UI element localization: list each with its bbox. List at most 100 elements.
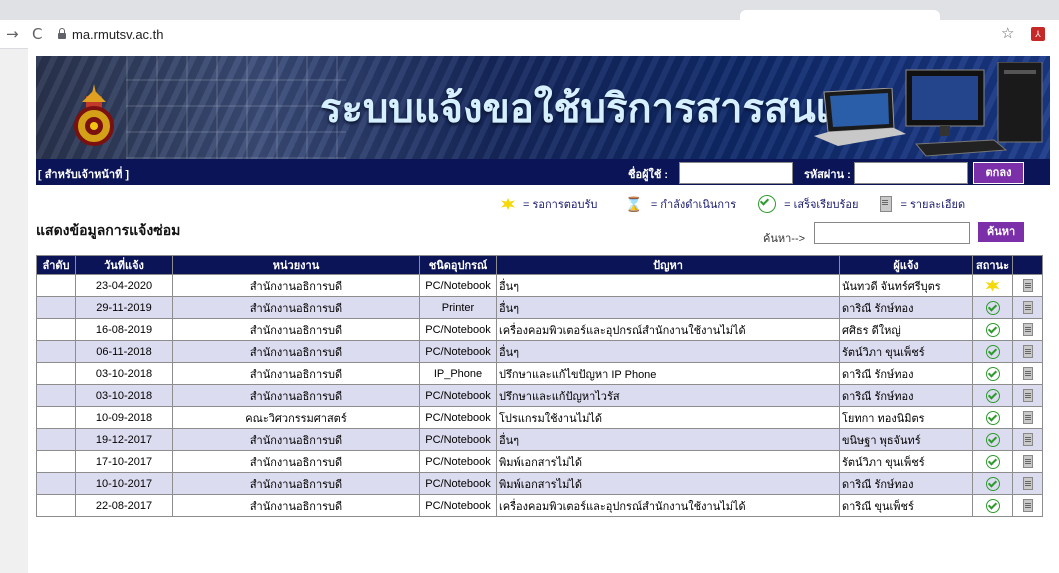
detail-document-icon[interactable] <box>1022 301 1033 314</box>
detail-document-icon[interactable] <box>1022 367 1033 380</box>
table-row[interactable]: 23-04-2020 สำนักงานอธิการบดี PC/Notebook อื… <box>36 274 1043 297</box>
cell-unit: คณะวิศวกรรมศาสตร์ <box>172 406 420 429</box>
url-text[interactable]: ma.rmutsv.ac.th <box>72 27 164 42</box>
table-row[interactable]: 03-10-2018 สำนักงานอธิการบดี IP_Phone ปรึกษ… <box>36 362 1043 385</box>
check-circle-icon <box>985 476 1000 491</box>
detail-document-icon[interactable] <box>1022 477 1033 490</box>
cell-reporter: ดาริณี รักษ์ทอง <box>839 362 973 385</box>
cell-detail <box>1012 340 1043 363</box>
detail-document-icon[interactable] <box>1022 389 1033 402</box>
cell-unit: สำนักงานอธิการบดี <box>172 340 420 363</box>
check-circle-icon <box>985 322 1000 337</box>
cell-status <box>972 450 1013 473</box>
password-label: รหัสผ่าน : <box>804 169 851 181</box>
detail-document-icon[interactable] <box>1022 499 1033 512</box>
new-badge-icon <box>985 279 1000 292</box>
check-circle-icon <box>985 498 1000 513</box>
login-button[interactable]: ตกลง <box>973 162 1024 184</box>
document-icon <box>880 196 893 212</box>
repair-table: ลำดับ วันที่แจ้ง หน่วยงาน ชนิดอุปกรณ์ ปั… <box>36 255 1043 517</box>
legend-pending-label: = กำลังดำเนินการ <box>650 199 737 211</box>
cell-problem: โปรแกรมใช้งานไม่ได้ <box>496 406 840 429</box>
cell-status <box>972 274 1013 297</box>
cell-detail <box>1012 494 1043 517</box>
cell-status <box>972 340 1013 363</box>
cell-status <box>972 296 1013 319</box>
cell-problem: อื่นๆ <box>496 274 840 297</box>
hourglass-icon: ⌛ <box>625 195 643 212</box>
table-row[interactable]: 06-11-2018 สำนักงานอธิการบดี PC/Notebook อื… <box>36 340 1043 363</box>
login-bar: [ สำหรับเจ้าหน้าที่ ] ชื่อผู้ใช้ : รหัสผ… <box>36 159 1050 185</box>
cell-reporter: โยทกา ทองนิมิตร <box>839 406 973 429</box>
bookmark-star-icon[interactable]: ☆ <box>1001 24 1014 42</box>
reload-icon[interactable]: C <box>32 24 42 44</box>
check-circle-icon <box>985 410 1000 425</box>
search-input[interactable] <box>814 222 970 244</box>
cell-problem: อื่นๆ <box>496 340 840 363</box>
cell-device: PC/Notebook <box>419 406 497 429</box>
cell-unit: สำนักงานอธิการบดี <box>172 318 420 341</box>
cell-no <box>36 340 76 363</box>
banner-title: ระบบแจ้งขอใช้บริการสารสนเทศ <box>320 86 882 132</box>
laptop-image <box>814 88 906 146</box>
keyboard-background <box>126 56 346 159</box>
check-circle-icon <box>985 366 1000 381</box>
section-title: แสดงข้อมูลการแจ้งซ่อม <box>36 223 181 239</box>
cell-status <box>972 318 1013 341</box>
staff-link[interactable]: [ สำหรับเจ้าหน้าที่ ] <box>38 165 129 183</box>
search-button[interactable]: ค้นหา <box>978 222 1024 242</box>
cell-detail <box>1012 406 1043 429</box>
table-row[interactable]: 17-10-2017 สำนักงานอธิการบดี PC/Notebook พิ… <box>36 450 1043 473</box>
detail-document-icon[interactable] <box>1022 323 1033 336</box>
col-header-unit: หน่วยงาน <box>172 255 420 275</box>
table-row[interactable]: 03-10-2018 สำนักงานอธิการบดี PC/Notebook ปร… <box>36 384 1043 407</box>
cell-date: 10-09-2018 <box>75 406 173 429</box>
cell-device: PC/Notebook <box>419 384 497 407</box>
detail-document-icon[interactable] <box>1022 411 1033 424</box>
cell-reporter: รัตน์วิภา ขุนเพ็ชร์ <box>839 450 973 473</box>
cell-reporter: นันทวดี จันทร์ศรีบุตร <box>839 274 973 297</box>
cell-date: 10-10-2017 <box>75 472 173 495</box>
cell-unit: สำนักงานอธิการบดี <box>172 384 420 407</box>
status-legend: = รอการตอบรับ ⌛ = กำลังดำเนินการ = เสร็จ… <box>501 194 965 214</box>
cell-no <box>36 296 76 319</box>
table-row[interactable]: 10-09-2018 คณะวิศวกรรมศาสตร์ PC/Notebook โป… <box>36 406 1043 429</box>
cell-device: PC/Notebook <box>419 428 497 451</box>
detail-document-icon[interactable] <box>1022 433 1033 446</box>
col-header-problem: ปัญหา <box>496 255 840 275</box>
cell-problem: อื่นๆ <box>496 296 840 319</box>
password-input[interactable] <box>854 162 968 184</box>
cell-date: 19-12-2017 <box>75 428 173 451</box>
cell-status <box>972 362 1013 385</box>
cell-no <box>36 428 76 451</box>
pdf-extension-icon[interactable]: ⅄ <box>1031 27 1045 41</box>
detail-document-icon[interactable] <box>1022 455 1033 468</box>
desktop-computer-image <box>905 62 1043 157</box>
cell-device: Printer <box>419 296 497 319</box>
detail-document-icon[interactable] <box>1022 345 1033 358</box>
address-bar[interactable]: ma.rmutsv.ac.th <box>58 24 164 44</box>
forward-arrow-icon[interactable]: → <box>6 24 19 44</box>
cell-date: 17-10-2017 <box>75 450 173 473</box>
cell-unit: สำนักงานอธิการบดี <box>172 494 420 517</box>
table-row[interactable]: 10-10-2017 สำนักงานอธิการบดี PC/Notebook พิ… <box>36 472 1043 495</box>
cell-status <box>972 494 1013 517</box>
cell-unit: สำนักงานอธิการบดี <box>172 450 420 473</box>
cell-unit: สำนักงานอธิการบดี <box>172 472 420 495</box>
username-input[interactable] <box>679 162 793 184</box>
table-row[interactable]: 29-11-2019 สำนักงานอธิการบดี Printer อื่นๆด… <box>36 296 1043 319</box>
legend-detail-label: = รายละเอียด <box>900 199 966 211</box>
cell-date: 03-10-2018 <box>75 384 173 407</box>
check-circle-icon <box>985 388 1000 403</box>
table-row[interactable]: 19-12-2017 สำนักงานอธิการบดี PC/Notebook อื… <box>36 428 1043 451</box>
cell-detail <box>1012 384 1043 407</box>
table-row[interactable]: 16-08-2019 สำนักงานอธิการบดี PC/Notebook เค… <box>36 318 1043 341</box>
new-badge-icon <box>501 198 515 210</box>
detail-document-icon[interactable] <box>1022 279 1033 292</box>
search-label: ค้นหา--> <box>763 233 806 245</box>
university-seal-logo <box>74 84 114 146</box>
page: ระบบแจ้งขอใช้บริการสารสนเทศ [ สำหรับเจ้า… <box>28 48 1059 573</box>
col-header-detail <box>1012 255 1043 275</box>
table-row[interactable]: 22-08-2017 สำนักงานอธิการบดี PC/Notebook เค… <box>36 494 1043 517</box>
cell-no <box>36 384 76 407</box>
